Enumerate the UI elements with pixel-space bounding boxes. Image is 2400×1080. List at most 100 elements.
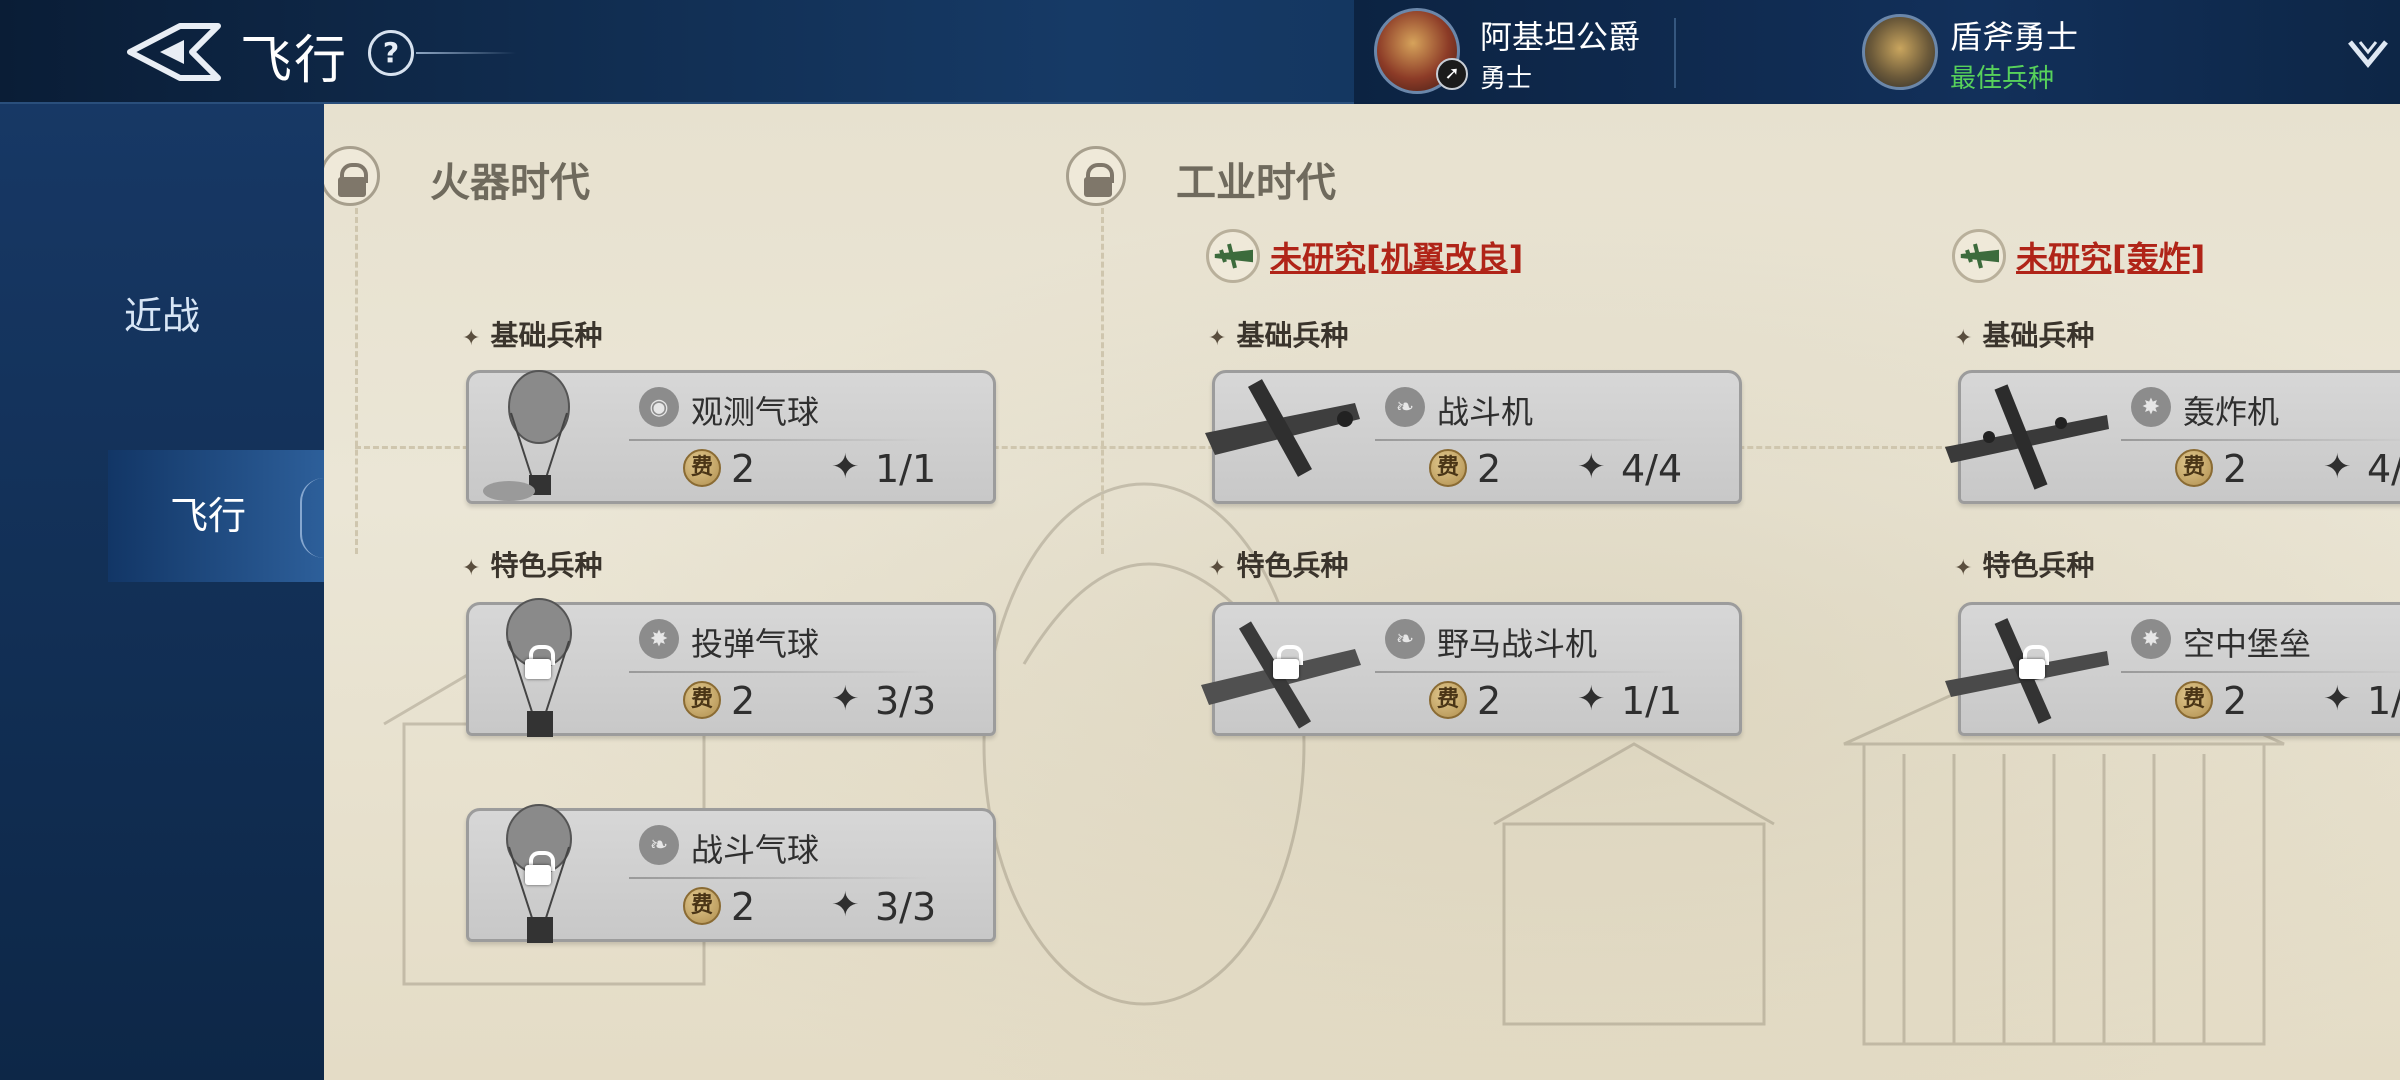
eye-icon: ◉: [639, 387, 679, 427]
tab-melee[interactable]: 近战: [0, 250, 324, 382]
group-label-special: ✦ 特色兵种: [462, 549, 603, 582]
cost-icon: 费: [2175, 449, 2213, 487]
plane-icon: [1952, 229, 2006, 283]
tree-connector: [355, 208, 358, 554]
unit-count: 1/1: [875, 447, 937, 491]
lock-icon: [1271, 645, 1303, 681]
group-label-special: ✦ 特色兵种: [1954, 549, 2095, 582]
explosion-icon: ✸: [2131, 619, 2171, 659]
card-divider: [2121, 439, 2400, 441]
card-divider: [1375, 671, 1675, 673]
tab-flight-label: 飞行: [170, 494, 247, 538]
unit-card-combat-balloon[interactable]: ❧ 战斗气球 费 2 ✦ 3/3: [466, 804, 996, 943]
era-title-firearms: 火器时代: [430, 160, 590, 206]
cost-icon: 费: [2175, 681, 2213, 719]
bomber-plane-icon: [1945, 384, 2109, 490]
unit-cost: 2: [731, 447, 756, 491]
unit-name: 投弹气球: [691, 625, 820, 663]
unit-cost: 2: [1477, 679, 1502, 723]
page-title: 飞行: [240, 31, 349, 91]
star-icon: ✦: [2323, 447, 2352, 487]
cost-icon: 费: [683, 887, 721, 925]
best-unit-name: 盾斧勇士: [1950, 18, 2079, 56]
unit-card-flying-fortress[interactable]: ✸ 空中堡垒 费 2 ✦ 1/: [1945, 602, 2400, 736]
star-icon: ✦: [1577, 447, 1606, 487]
research-notice-text: 未研究[轰炸]: [2016, 239, 2206, 277]
cost-icon: 费: [683, 681, 721, 719]
unit-card-fighter[interactable]: ❧ 战斗机 费 2 ✦ 4/4: [1205, 370, 1742, 504]
lock-icon: [523, 645, 555, 681]
unit-name: 战斗气球: [691, 831, 820, 869]
tab-selected-ornament: [300, 478, 324, 558]
balloon-icon: [483, 370, 570, 501]
category-sidebar: 近战 飞行: [0, 104, 324, 1080]
unit-card-bomb-balloon[interactable]: ✸ 投弹气球 费 2 ✦ 3/3: [466, 598, 996, 737]
wing-icon: ❧: [639, 825, 679, 865]
unit-card-observation-balloon[interactable]: ◉ 观测气球 费 2 ✦ 1/1: [466, 370, 996, 504]
research-notice-bombing[interactable]: 未研究[轰炸]: [1952, 228, 2205, 284]
card-divider: [1375, 439, 1675, 441]
back-icon[interactable]: [126, 20, 222, 84]
lock-icon: [523, 851, 555, 887]
card-divider: [629, 671, 929, 673]
card-divider: [629, 877, 929, 879]
hero-name: 阿基坦公爵: [1480, 18, 1641, 56]
cost-icon: 费: [683, 449, 721, 487]
tab-melee-label: 近战: [123, 294, 200, 338]
explosion-icon: ✸: [2131, 387, 2171, 427]
help-button[interactable]: ?: [368, 30, 414, 76]
tab-flight[interactable]: 飞行: [108, 450, 324, 582]
group-label-basic: ✦ 基础兵种: [1954, 319, 2095, 352]
unit-cost: 2: [1477, 447, 1502, 491]
chevron-down-icon[interactable]: [2346, 34, 2390, 74]
unit-name: 空中堡垒: [2183, 625, 2312, 663]
best-unit-tag: 最佳兵种: [1950, 64, 2055, 94]
header-divider: [1674, 18, 1676, 88]
help-divider: [416, 52, 516, 54]
star-icon: ✦: [1577, 679, 1606, 719]
wing-icon: ❧: [1385, 619, 1425, 659]
group-label-basic: ✦ 基础兵种: [462, 319, 603, 352]
group-label-special: ✦ 特色兵种: [1208, 549, 1349, 582]
cost-icon: 费: [1429, 449, 1467, 487]
card-divider: [629, 439, 929, 441]
era-title-industrial: 工业时代: [1176, 160, 1336, 206]
lock-icon: [2017, 645, 2049, 681]
unit-cost: 2: [2223, 447, 2248, 491]
unit-card-mustang-fighter[interactable]: ❧ 野马战斗机 费 2 ✦ 1/1: [1201, 602, 1742, 736]
unit-name: 战斗机: [1437, 393, 1534, 431]
star-icon: ✦: [831, 885, 860, 925]
unit-tree-panel: 火器时代 工业时代 未研究[机翼改良] 未研究[轰炸] ✦ 基础兵种 ✦ 特色兵种 …: [324, 104, 2400, 1080]
research-notice-text: 未研究[机翼改良]: [1270, 239, 1524, 277]
hero-role: 勇士: [1480, 64, 1533, 94]
star-icon: ✦: [831, 679, 860, 719]
era-lock-icon: [1066, 146, 1126, 206]
unit-count: 4/: [2367, 447, 2400, 491]
unit-cost: 2: [731, 885, 756, 929]
plane-icon: [1206, 229, 1260, 283]
top-bar: 飞行 ? ➚ 阿基坦公爵 勇士 盾斧勇士 最佳兵种: [0, 0, 2400, 104]
unit-count: 1/: [2367, 679, 2400, 723]
unit-name: 观测气球: [691, 393, 820, 431]
wing-icon: ❧: [1385, 387, 1425, 427]
unit-count: 3/3: [875, 679, 937, 723]
unit-card-bomber[interactable]: ✸ 轰炸机 费 2 ✦ 4/: [1945, 370, 2400, 504]
unit-count: 4/4: [1621, 447, 1683, 491]
tree-connector: [1101, 208, 1104, 554]
best-unit-avatar[interactable]: [1862, 14, 1938, 90]
group-label-basic: ✦ 基础兵种: [1208, 319, 1349, 352]
unit-count: 1/1: [1621, 679, 1683, 723]
research-notice-wing[interactable]: 未研究[机翼改良]: [1206, 228, 1523, 284]
unit-cost: 2: [731, 679, 756, 723]
card-divider: [2121, 671, 2400, 673]
cost-icon: 费: [1429, 681, 1467, 719]
compass-icon: ➚: [1436, 58, 1468, 90]
fighter-plane-icon: [1205, 379, 1360, 477]
unit-name: 野马战斗机: [1437, 625, 1598, 663]
unit-cost: 2: [2223, 679, 2248, 723]
star-icon: ✦: [2323, 679, 2352, 719]
explosion-icon: ✸: [639, 619, 679, 659]
unit-count: 3/3: [875, 885, 937, 929]
unit-name: 轰炸机: [2183, 393, 2280, 431]
star-icon: ✦: [831, 447, 860, 487]
